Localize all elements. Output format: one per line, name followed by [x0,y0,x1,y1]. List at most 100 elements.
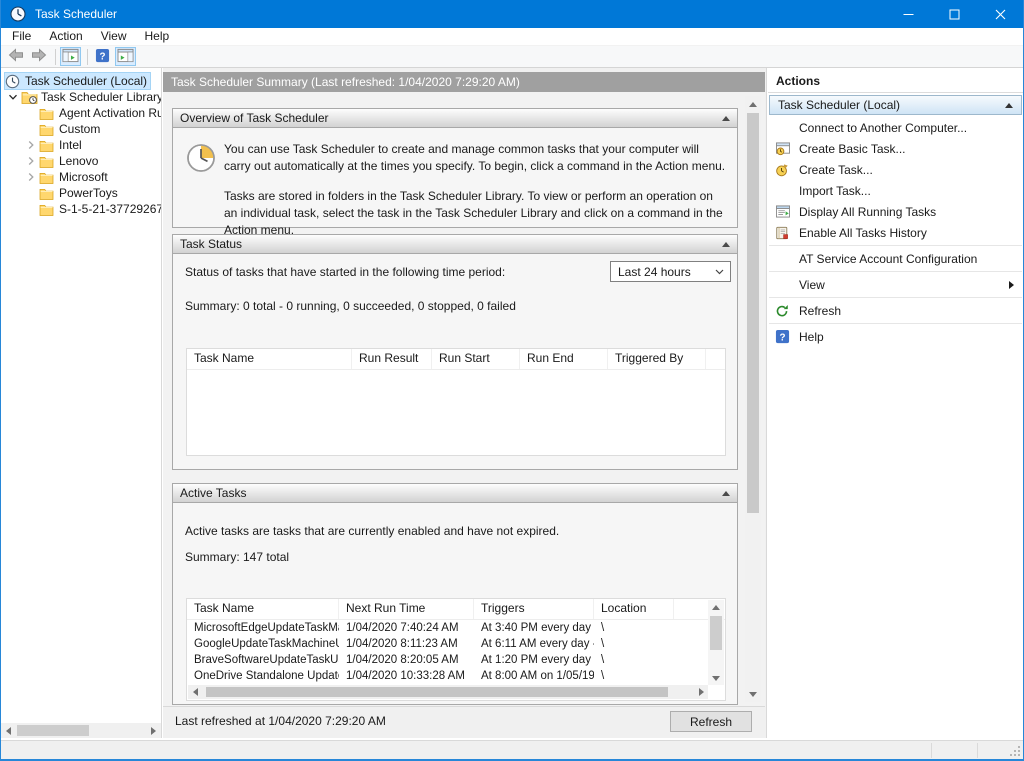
scroll-down-icon[interactable] [708,671,724,685]
action-import-task[interactable]: Import Task... [768,180,1023,201]
minimize-button[interactable] [885,0,931,28]
tree-item-content[interactable]: Agent Activation Runt [39,105,162,121]
maximize-button[interactable] [931,0,977,28]
menu-action[interactable]: Action [40,28,91,45]
task-status-section-header[interactable]: Task Status [173,235,737,254]
table-row[interactable]: OneDrive Standalone Update Task-...1/04/… [187,668,725,684]
column-header-run-start[interactable]: Run Start [432,349,520,369]
tree-item-label: Custom [59,122,100,136]
tree-item-content[interactable]: PowerToys [39,185,121,201]
actions-group-header[interactable]: Task Scheduler (Local) [769,95,1022,115]
table-horizontal-scrollbar[interactable] [188,685,708,699]
scrollbar-thumb[interactable] [206,687,668,697]
tree-item-intel[interactable]: Intel [1,137,161,153]
column-header-run-result[interactable]: Run Result [352,349,432,369]
collapse-icon[interactable] [722,491,730,496]
tree-item-lenovo[interactable]: Lenovo [1,153,161,169]
collapse-icon[interactable] [722,116,730,121]
back-arrow-button[interactable] [5,47,26,66]
action-display-all-running-tasks[interactable]: Display All Running Tasks [768,201,1023,222]
scroll-left-icon[interactable] [188,685,202,699]
scroll-right-icon[interactable] [146,723,161,738]
time-period-value: Last 24 hours [618,265,691,279]
table-row[interactable]: MicrosoftEdgeUpdateTaskMachine...1/04/20… [187,620,725,636]
resize-grip[interactable] [1009,745,1022,758]
action-at-service-account-configuration[interactable]: AT Service Account Configuration [768,248,1023,269]
summary-vertical-scrollbar[interactable] [745,96,761,702]
menu-view[interactable]: View [92,28,136,45]
scroll-up-icon[interactable] [745,96,761,112]
time-period-select[interactable]: Last 24 hours [610,261,731,282]
table-row[interactable]: GoogleUpdateTaskMachineUA1/04/2020 8:11:… [187,636,725,652]
window-title: Task Scheduler [35,7,117,21]
scroll-down-icon[interactable] [745,686,761,702]
table-cell: GoogleUpdateTaskMachineUA [187,638,339,650]
collapse-icon[interactable] [1005,103,1013,108]
active-tasks-summary: Summary: 147 total [185,550,289,564]
table-cell: At 1:20 PM every day - A... [474,654,594,666]
table-vertical-scrollbar[interactable] [708,600,724,685]
forward-arrow-button[interactable] [28,47,49,66]
tree-item-s-1-5-21-3772926790[interactable]: S-1-5-21-3772926790- [1,201,161,217]
tree-item-content[interactable]: Intel [39,137,85,153]
table-cell: OneDrive Standalone Update Task-... [187,670,339,682]
action-item-label: Create Basic Task... [799,142,906,156]
tree-item-content[interactable]: Task Scheduler Library [21,89,162,105]
show-action-pane-button[interactable] [115,47,136,66]
column-header-next-run-time[interactable]: Next Run Time [339,599,474,619]
tree-item-task-scheduler-local[interactable]: Task Scheduler (Local) [1,73,161,89]
column-header-triggered-by[interactable]: Triggered By [608,349,706,369]
show-action-pane-icon [117,48,134,66]
action-create-task[interactable]: Create Task... [768,159,1023,180]
help-button[interactable]: ? [92,47,113,66]
chevron-right-icon[interactable] [23,156,39,166]
action-help[interactable]: ?Help [768,326,1023,347]
show-console-tree-button[interactable] [60,47,81,66]
tree-item-content[interactable]: Microsoft [39,169,111,185]
column-header-run-end[interactable]: Run End [520,349,608,369]
tree-item-custom[interactable]: Custom [1,121,161,137]
menu-bar: FileActionViewHelp [1,28,1023,46]
tree-item-powertoys[interactable]: PowerToys [1,185,161,201]
active-tasks-section-header[interactable]: Active Tasks [173,484,737,503]
actions-separator [769,245,1022,246]
action-item-label: View [799,278,825,292]
tree-item-content[interactable]: Lenovo [39,153,101,169]
scrollbar-thumb[interactable] [747,113,759,513]
scroll-up-icon[interactable] [708,600,724,614]
tree-horizontal-scrollbar[interactable] [1,723,161,738]
tree-item-agent-activation-runt[interactable]: Agent Activation Runt [1,105,161,121]
console-tree-panel: Task Scheduler (Local)Task Scheduler Lib… [1,68,162,738]
table-row[interactable]: BraveSoftwareUpdateTaskUserS-1-...1/04/2… [187,652,725,668]
scrollbar-thumb[interactable] [17,725,89,736]
action-connect-to-another-computer[interactable]: Connect to Another Computer... [768,117,1023,138]
refresh-button[interactable]: Refresh [670,711,752,732]
scroll-left-icon[interactable] [1,723,16,738]
table-cell: MicrosoftEdgeUpdateTaskMachine... [187,622,339,634]
scrollbar-thumb[interactable] [710,616,722,650]
collapse-icon[interactable] [722,242,730,247]
menu-file[interactable]: File [3,28,40,45]
scroll-right-icon[interactable] [694,685,708,699]
close-button[interactable] [977,0,1023,28]
action-view[interactable]: View [768,274,1023,295]
column-header-triggers[interactable]: Triggers [474,599,594,619]
menu-help[interactable]: Help [136,28,179,45]
tree-item-content[interactable]: S-1-5-21-3772926790- [39,201,162,217]
action-refresh[interactable]: Refresh [768,300,1023,321]
tree-item-content[interactable]: Custom [39,121,103,137]
tree-item-label: Task Scheduler Library [41,90,162,104]
chevron-right-icon[interactable] [23,140,39,150]
chevron-right-icon[interactable] [23,172,39,182]
column-header-task-name[interactable]: Task Name [187,599,339,619]
action-create-basic-task[interactable]: Create Basic Task... [768,138,1023,159]
overview-section-header[interactable]: Overview of Task Scheduler [173,109,737,128]
action-enable-all-tasks-history[interactable]: Enable All Tasks History [768,222,1023,243]
column-header-location[interactable]: Location [594,599,674,619]
tree-item-content[interactable]: Task Scheduler (Local) [5,73,150,89]
table-cell: \ [594,654,674,666]
column-header-task-name[interactable]: Task Name [187,349,352,369]
tree-item-task-scheduler-library[interactable]: Task Scheduler Library [1,89,161,105]
chevron-down-icon[interactable] [5,92,21,102]
tree-item-microsoft[interactable]: Microsoft [1,169,161,185]
